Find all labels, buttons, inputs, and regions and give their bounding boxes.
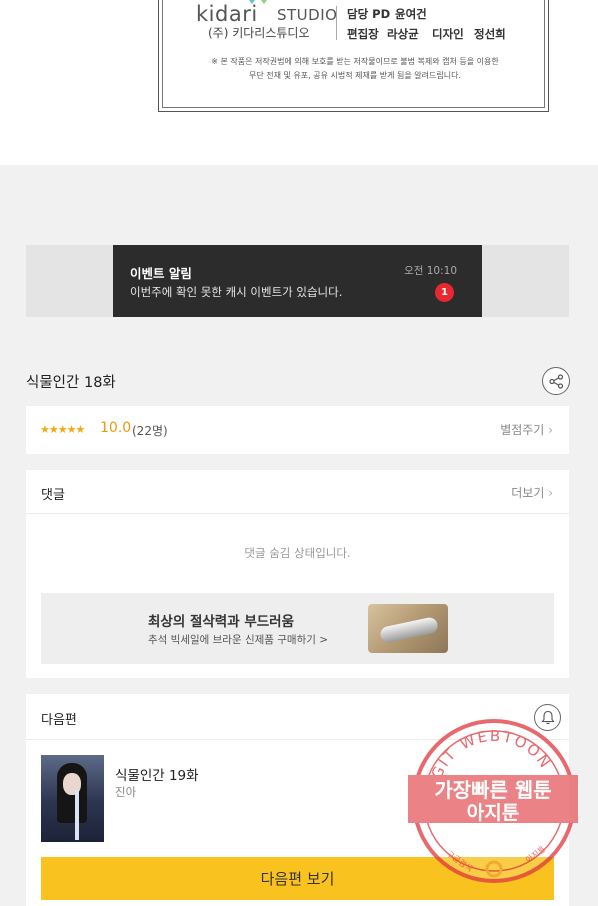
event-notification[interactable]: 이벤트 알림 이번주에 확인 못한 캐시 이벤트가 있습니다. 오전 10:10… — [113, 245, 482, 317]
pd-label: 담당 PD — [347, 7, 391, 21]
chevron-right-icon: › — [548, 423, 553, 437]
episode-title: 식물인간 18화 — [26, 375, 116, 391]
comments-header: 댓글 더보기 › — [26, 470, 569, 514]
svg-text:아지툰: 아지툰 — [467, 802, 519, 824]
thumbnail-sword — [75, 790, 79, 840]
rating-score: 10.0 — [100, 420, 132, 436]
comments-hidden-message: 댓글 숨김 상태입니다. — [244, 546, 351, 560]
event-banner[interactable]: 이벤트 알림 이번주에 확인 못한 캐시 이벤트가 있습니다. 오전 10:10… — [26, 245, 569, 317]
razor-image — [378, 616, 440, 644]
rating-card: ★★★★★ 10.0 (22명) 별점주기 › — [26, 406, 569, 454]
designer-label: 디자인 — [432, 27, 464, 41]
event-title: 이벤트 알림 — [130, 266, 192, 281]
next-episode-thumbnail[interactable] — [41, 755, 104, 842]
comments-title: 댓글 — [41, 488, 65, 503]
copyright-notice-line1: ※ 본 작품은 저작권법에 의해 보호를 받는 저작물이므로 불법 복제와 캡처… — [211, 57, 499, 66]
comments-more-link[interactable]: 더보기 › — [511, 484, 553, 501]
copyright-notice-line2: 무단 전재 및 유포, 공유 시법적 제재를 받게 됨을 알려드립니다. — [249, 71, 461, 80]
event-count-badge: 1 — [435, 283, 454, 302]
logo-brand: kidari — [196, 2, 258, 26]
designer-name: 정선희 — [474, 27, 506, 41]
next-episode-title[interactable]: 식물인간 19화 — [115, 764, 199, 784]
event-text: 이번주에 확인 못한 캐시 이벤트가 있습니다. — [130, 285, 343, 299]
logo-studio: STUDIO — [277, 6, 338, 24]
svg-text:가장빠른 웹툰: 가장빠른 웹툰 — [434, 778, 551, 802]
rate-link-label: 별점주기 — [500, 423, 545, 437]
chevron-right-icon: › — [548, 486, 553, 500]
ad-subtitle: 추석 빅세일에 브라운 신제품 구매하기 > — [148, 634, 329, 646]
comments-card: 댓글 더보기 › 댓글 숨김 상태입니다. 최상의 절삭력과 부드러움 추석 빅… — [26, 470, 569, 678]
rating-count: (22명) — [132, 424, 168, 438]
share-icon — [549, 374, 564, 389]
credits-divider — [336, 6, 337, 40]
pd-name: 윤여건 — [395, 7, 427, 21]
rate-link[interactable]: 별점주기 › — [500, 421, 553, 438]
credits-section: kidari STUDIO (주) 키다리스튜디오 담당 PD 윤여건 편집장 … — [0, 0, 598, 165]
comments-more-label: 더보기 — [511, 486, 545, 500]
share-button[interactable] — [542, 367, 570, 395]
ad-title: 최상의 절삭력과 부드러움 — [148, 614, 295, 630]
watermark-stamp: AGIT WEBTOON 가장빠른 웹툰 아지툰 구글검색 아지툰 — [408, 719, 578, 883]
ad-banner[interactable]: 최상의 절삭력과 부드러움 추석 빅세일에 브라운 신제품 구매하기 > — [41, 593, 554, 664]
event-time: 오전 10:10 — [404, 265, 457, 277]
company-name: (주) 키다리스튜디오 — [208, 26, 310, 40]
editor-label: 편집장 — [347, 27, 379, 41]
next-episode-heading: 다음편 — [41, 713, 77, 728]
next-episode-author: 진아 — [115, 785, 137, 799]
editor-name: 라상균 — [387, 27, 419, 41]
rating-stars: ★★★★★ — [40, 423, 85, 436]
ad-product-image — [368, 604, 448, 653]
